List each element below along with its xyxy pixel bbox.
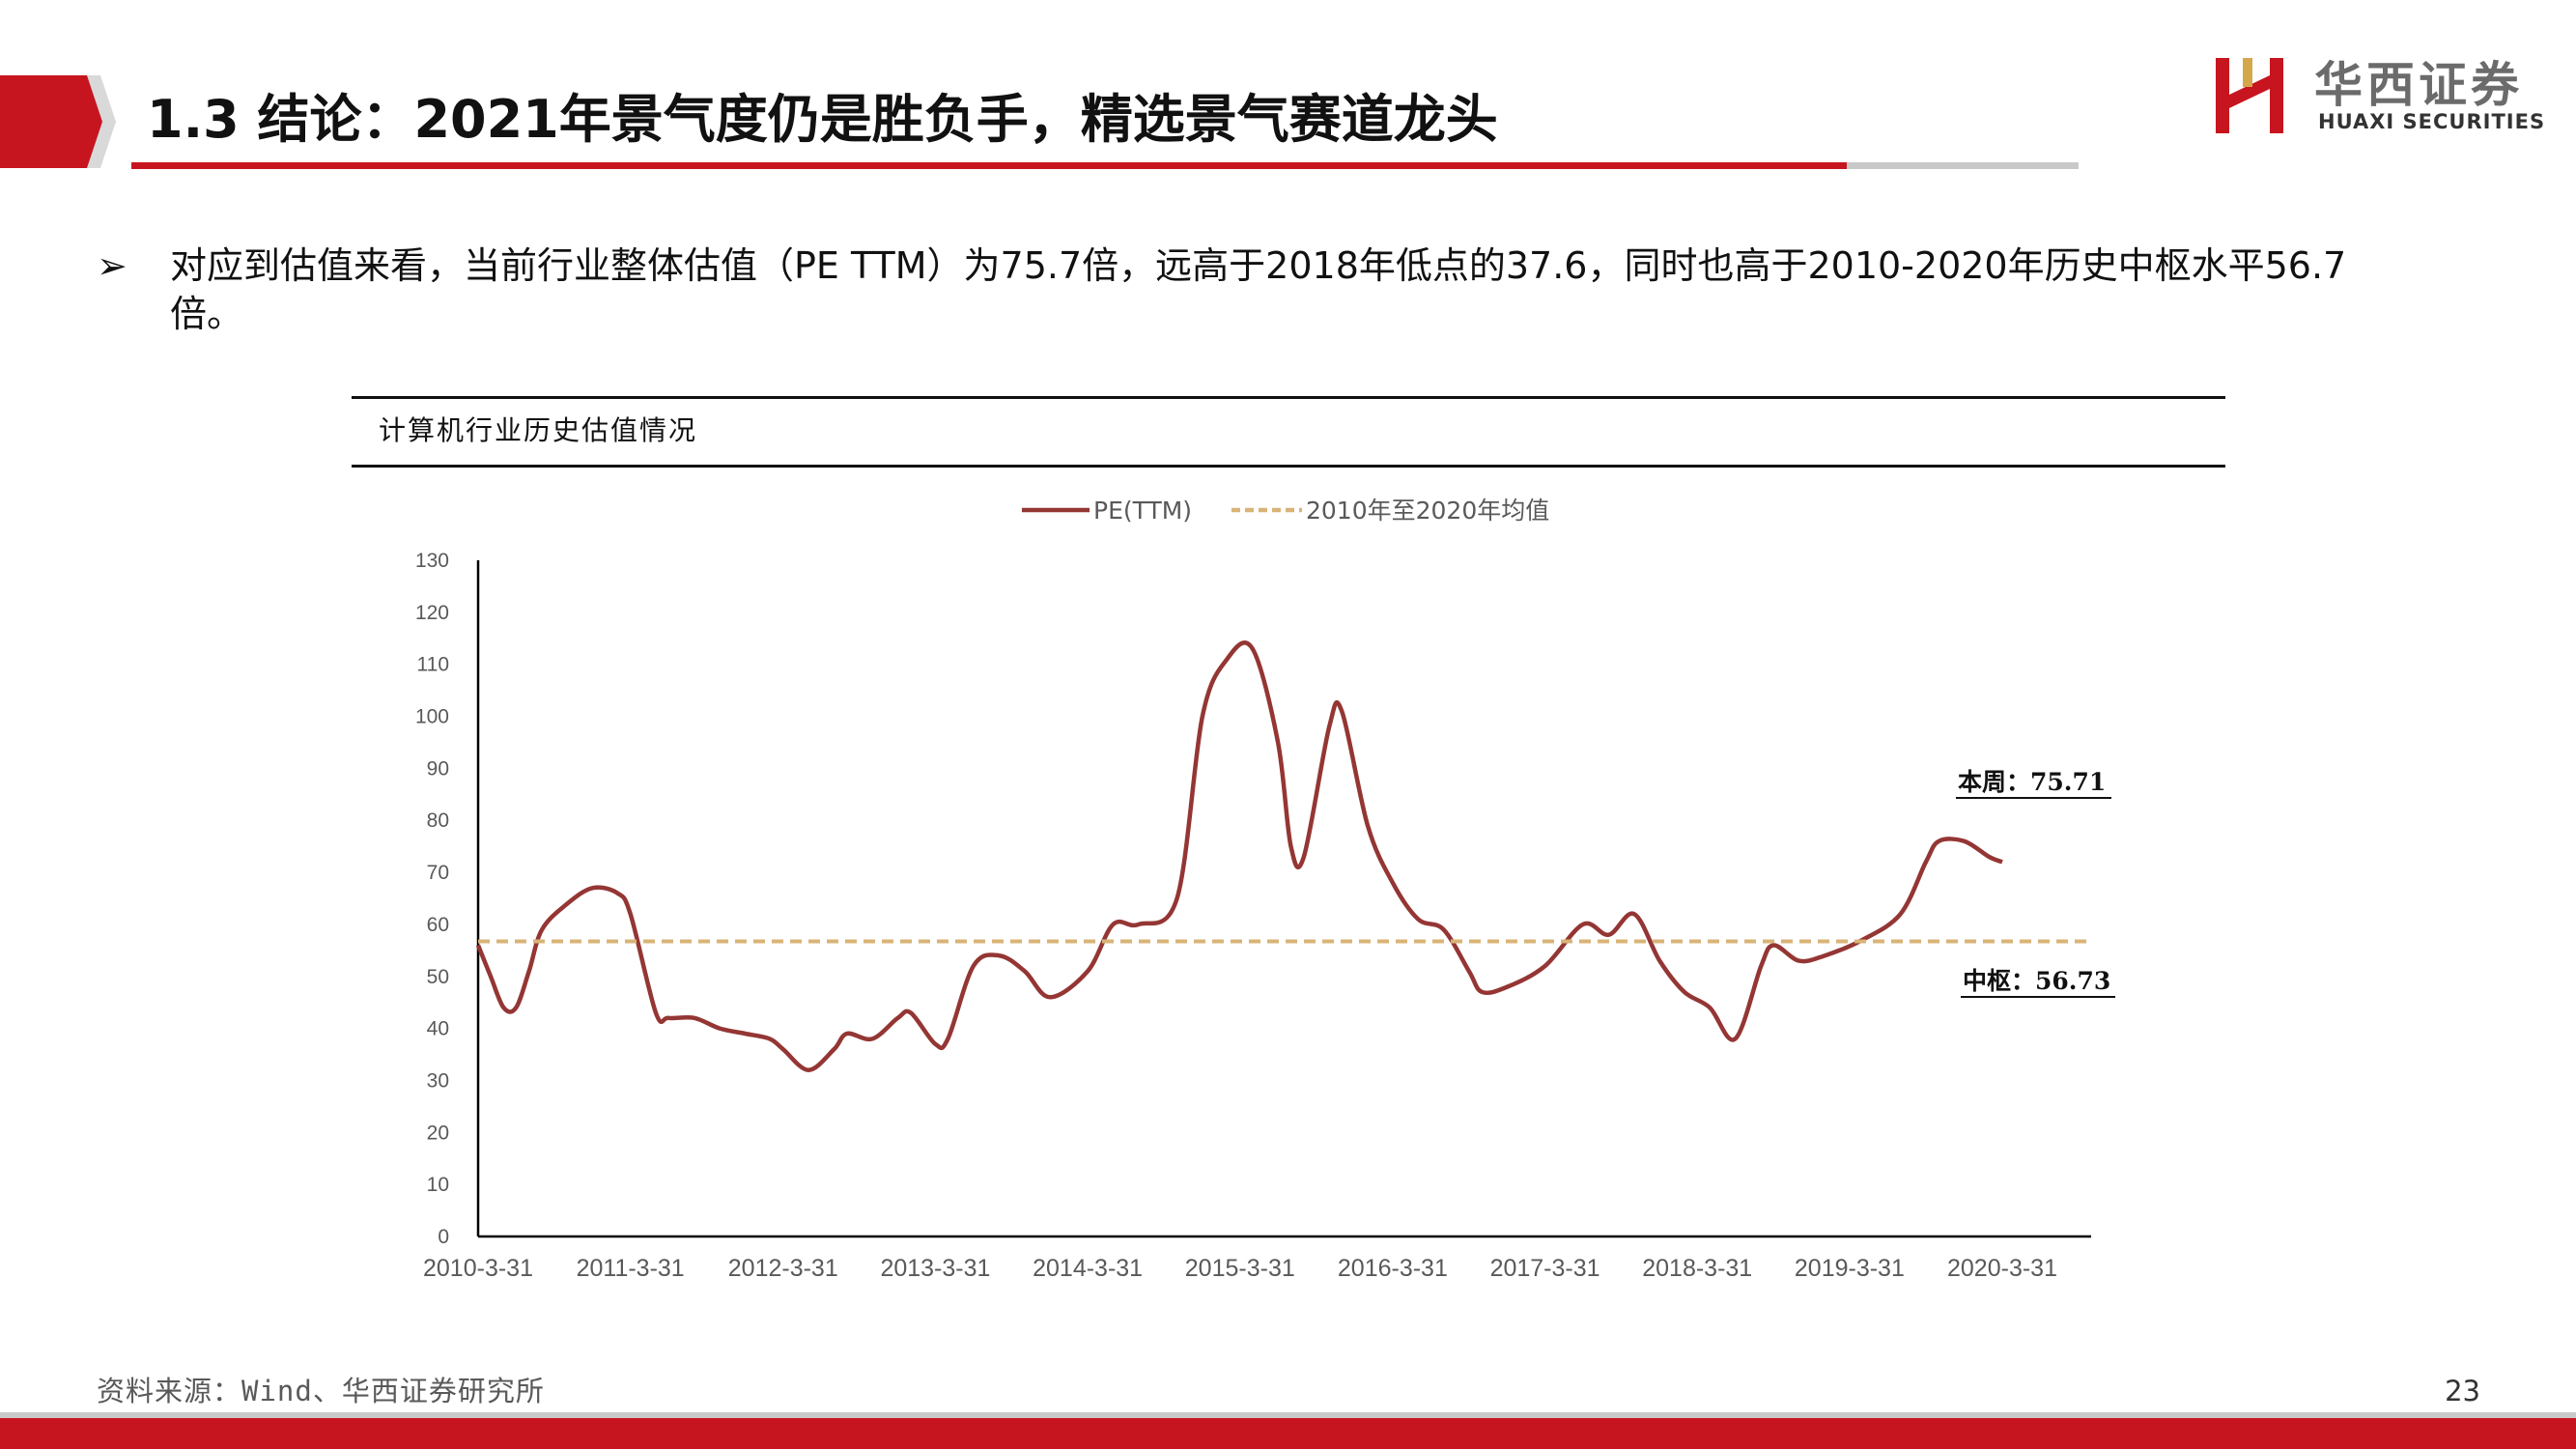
chart-series	[475, 640, 2091, 1072]
x-tick-label: 2011-3-31	[577, 1255, 685, 1282]
y-tick-label: 80	[427, 810, 449, 832]
y-axis: 0 10 20 30 40 50 60 70 80 90 100 110 120 130	[415, 550, 480, 1248]
x-tick-label: 2012-3-31	[728, 1255, 838, 1282]
y-tick-label: 10	[427, 1174, 449, 1196]
chart-annotations: 本周：75.71 中枢：56.73	[1956, 768, 2115, 998]
y-tick-label: 60	[427, 914, 449, 936]
pe-history-chart: PE(TTM) 2010年至2020年均值 0 10 20 30 40 50 60 70 80 90…	[415, 497, 2115, 1282]
source-note: 资料来源：Wind、华西证券研究所	[97, 1375, 545, 1407]
x-tick-label: 2014-3-31	[1033, 1255, 1143, 1282]
legend-label-pe: PE(TTM)	[1093, 497, 1192, 525]
y-tick-label: 130	[415, 550, 449, 572]
x-axis: 2010-3-31 2011-3-31 2012-3-31 2013-3-31 2014…	[423, 1235, 2091, 1282]
y-tick-label: 40	[427, 1018, 449, 1040]
annotation-mean: 中枢：56.73	[1963, 967, 2110, 995]
x-tick-label: 2010-3-31	[423, 1255, 533, 1282]
page-number: 23	[2445, 1375, 2480, 1407]
footer-bar	[0, 1418, 2576, 1449]
x-tick-label: 2019-3-31	[1795, 1255, 1905, 1282]
y-tick-label: 100	[415, 706, 449, 728]
y-tick-label: 0	[438, 1226, 449, 1248]
y-tick-label: 120	[415, 602, 449, 624]
y-tick-label: 30	[427, 1069, 449, 1092]
x-tick-label: 2020-3-31	[1947, 1255, 2057, 1282]
x-tick-label: 2016-3-31	[1338, 1255, 1448, 1282]
pe-ttm-line	[475, 640, 2003, 1072]
x-tick-label: 2017-3-31	[1490, 1255, 1600, 1282]
x-tick-label: 2018-3-31	[1642, 1255, 1752, 1282]
y-tick-label: 90	[427, 757, 449, 780]
x-tick-label: 2013-3-31	[880, 1255, 990, 1282]
y-tick-label: 110	[417, 654, 449, 676]
legend-label-mean: 2010年至2020年均值	[1306, 497, 1549, 525]
chart-legend: PE(TTM) 2010年至2020年均值	[1022, 497, 1549, 525]
x-tick-label: 2015-3-31	[1185, 1255, 1295, 1282]
y-tick-label: 50	[427, 966, 449, 988]
annotation-current: 本周：75.71	[1958, 768, 2106, 796]
y-tick-label: 70	[427, 862, 449, 884]
y-tick-label: 20	[427, 1122, 449, 1144]
